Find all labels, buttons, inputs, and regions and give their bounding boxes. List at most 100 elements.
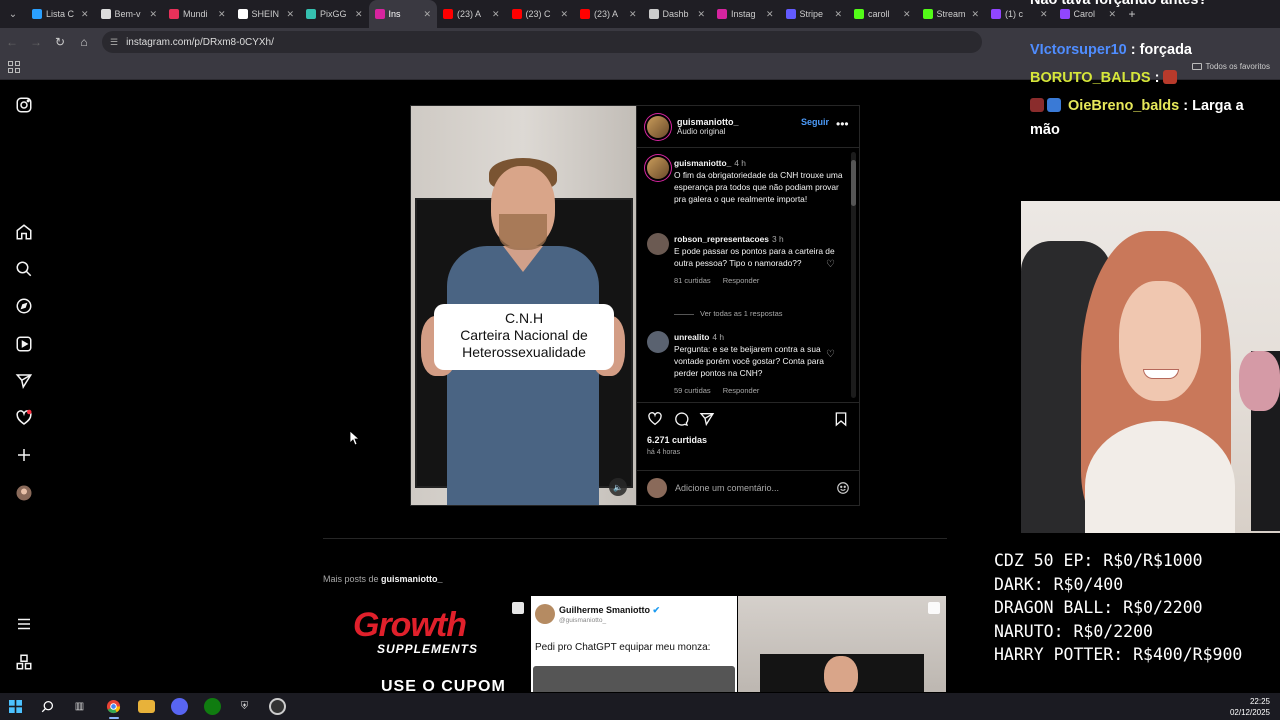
comment-avatar[interactable]: [647, 157, 669, 179]
comment-username[interactable]: guismaniotto_: [674, 158, 731, 168]
volume-icon[interactable]: 🔈: [609, 478, 627, 496]
browser-tab[interactable]: caroll ✕: [848, 0, 917, 28]
comment-avatar[interactable]: [647, 233, 669, 255]
browser-tab[interactable]: (23) A ✕: [437, 0, 506, 28]
scrollbar-thumb[interactable]: [851, 160, 856, 206]
reply-button[interactable]: Responder: [723, 276, 760, 285]
notifications-icon[interactable]: [15, 409, 33, 427]
url-text[interactable]: instagram.com/p/DRxm8-0CYXh/: [126, 37, 274, 48]
tab-close-icon[interactable]: ✕: [697, 9, 705, 20]
tab-close-icon[interactable]: ✕: [218, 9, 226, 20]
save-bookmark-icon[interactable]: [833, 411, 849, 427]
tab-close-icon[interactable]: ✕: [629, 9, 637, 20]
reels-icon[interactable]: [15, 335, 33, 353]
comment-input[interactable]: [675, 483, 828, 493]
tab-close-icon[interactable]: ✕: [903, 9, 911, 20]
more-options-icon[interactable]: •••: [836, 117, 849, 131]
also-from-meta-icon[interactable]: [15, 653, 33, 671]
tab-favicon-icon: [991, 9, 1001, 19]
browser-tab[interactable]: Instag ✕: [711, 0, 780, 28]
video-caption-line: C.N.H: [504, 310, 544, 326]
tab-close-icon[interactable]: ✕: [286, 9, 294, 20]
post-header: guismaniotto_ Áudio original Seguir •••: [637, 106, 859, 148]
tab-close-icon[interactable]: ✕: [560, 9, 568, 20]
browser-tab[interactable]: (23) A ✕: [574, 0, 643, 28]
post-thumbnail[interactable]: Growth SUPPLEMENTS USE O CUPOM: [323, 596, 530, 692]
tab-search-icon[interactable]: ⌄: [0, 0, 26, 28]
comment-bubble-icon[interactable]: [673, 411, 689, 427]
browser-tab[interactable]: Stripe ✕: [780, 0, 849, 28]
comment-username[interactable]: robson_representacoes: [674, 234, 769, 244]
search-icon[interactable]: [15, 260, 33, 278]
messages-icon[interactable]: [15, 372, 33, 390]
reply-button[interactable]: Responder: [723, 386, 760, 395]
tab-close-icon[interactable]: ✕: [355, 9, 363, 20]
badge-icon: [1030, 98, 1044, 112]
browser-tab[interactable]: Ins ✕: [368, 0, 437, 28]
more-posts-username[interactable]: guismaniotto_: [381, 574, 443, 584]
post-thumbnail[interactable]: [738, 596, 946, 692]
chat-username: BORUTO_BALDS: [1030, 70, 1151, 86]
comment-likes[interactable]: 59 curtidas: [674, 386, 711, 395]
file-explorer-icon[interactable]: [138, 700, 155, 713]
chrome-icon[interactable]: [105, 698, 122, 715]
tab-close-icon[interactable]: ✕: [492, 9, 500, 20]
thumbnail-cta-text: USE O CUPOM: [381, 678, 506, 692]
comment-username[interactable]: unrealito: [674, 332, 709, 342]
like-heart-icon[interactable]: [647, 411, 663, 427]
profile-avatar-icon[interactable]: [15, 484, 33, 502]
author-username[interactable]: guismaniotto_: [677, 117, 739, 127]
post-timestamp: há 4 horas: [647, 449, 681, 456]
likes-count[interactable]: 6.271 curtidas: [647, 435, 707, 445]
windows-start-icon[interactable]: [7, 698, 24, 715]
discord-icon[interactable]: [171, 698, 188, 715]
all-bookmarks-button[interactable]: Todos os favoritos: [1191, 62, 1270, 71]
tab-close-icon[interactable]: ✕: [766, 9, 774, 20]
comment-avatar[interactable]: [647, 331, 669, 353]
follow-button[interactable]: Seguir: [801, 117, 829, 127]
view-replies-button[interactable]: Ver todas as 1 respostas: [674, 309, 783, 318]
task-view-icon[interactable]: ▥: [71, 698, 88, 715]
xbox-icon[interactable]: [204, 698, 221, 715]
post-thumbnail[interactable]: Guilherme Smaniotto ✔ @guismaniotto_ Ped…: [531, 596, 737, 692]
address-bar[interactable]: ☰ instagram.com/p/DRxm8-0CYXh/: [102, 31, 982, 53]
tab-close-icon[interactable]: ✕: [971, 9, 979, 20]
home-icon[interactable]: [15, 223, 33, 241]
comments-scrollbar[interactable]: [851, 152, 856, 398]
tab-close-icon[interactable]: ✕: [423, 9, 431, 20]
instagram-logo-icon[interactable]: [15, 96, 33, 114]
shield-icon[interactable]: ⛨: [236, 698, 253, 715]
tab-close-icon[interactable]: ✕: [149, 9, 157, 20]
tab-close-icon[interactable]: ✕: [834, 9, 842, 20]
browser-tab[interactable]: (23) C ✕: [506, 0, 575, 28]
browser-tab[interactable]: Lista C ✕: [26, 0, 95, 28]
browser-tab[interactable]: Stream ✕: [917, 0, 986, 28]
system-clock[interactable]: 22:25 02/12/2025: [1230, 696, 1270, 718]
chat-emote-icon: [1163, 70, 1178, 84]
comment-likes[interactable]: 81 curtidas: [674, 276, 711, 285]
apps-grid-icon[interactable]: [8, 61, 20, 73]
back-button[interactable]: ←: [0, 35, 24, 49]
browser-tab[interactable]: Dashb ✕: [643, 0, 712, 28]
share-icon[interactable]: [699, 411, 715, 427]
explore-icon[interactable]: [15, 297, 33, 315]
audio-label[interactable]: Áudio original: [677, 127, 739, 136]
menu-icon[interactable]: [15, 615, 33, 633]
reload-button[interactable]: ↻: [48, 35, 72, 49]
tab-close-icon[interactable]: ✕: [81, 9, 89, 20]
forward-button[interactable]: →: [24, 35, 48, 49]
obs-icon[interactable]: [269, 698, 286, 715]
browser-tab[interactable]: SHEIN ✕: [232, 0, 301, 28]
emoji-icon[interactable]: [836, 481, 850, 495]
reel-video[interactable]: C.N.H Carteira Nacional de Heterossexual…: [411, 106, 636, 505]
search-icon[interactable]: [39, 698, 56, 715]
site-info-icon[interactable]: ☰: [110, 37, 118, 48]
author-avatar[interactable]: [647, 115, 669, 138]
comment-like-heart-icon[interactable]: ♡: [826, 349, 835, 360]
comment-like-heart-icon[interactable]: ♡: [826, 259, 835, 270]
home-button[interactable]: ⌂: [72, 35, 96, 49]
create-icon[interactable]: [15, 446, 33, 464]
browser-tab[interactable]: Mundi ✕: [163, 0, 232, 28]
browser-tab[interactable]: Bem-v ✕: [95, 0, 164, 28]
browser-tab[interactable]: PixGG ✕: [300, 0, 369, 28]
